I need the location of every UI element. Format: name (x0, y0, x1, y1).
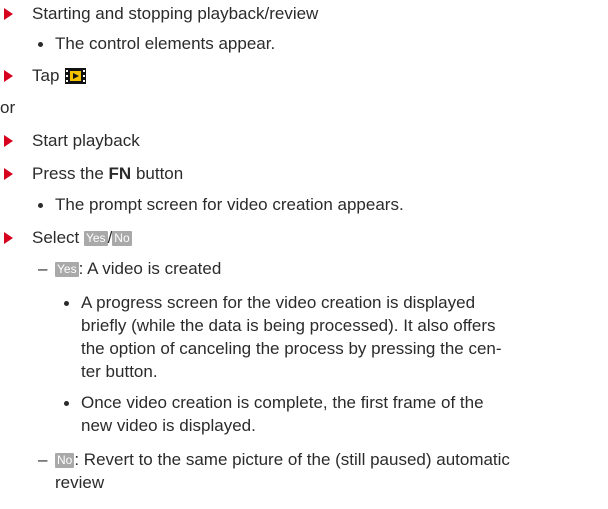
progress-text-1: A progress screen for the video creation… (81, 293, 476, 312)
result-text: The control elements appear. (55, 34, 276, 53)
progress-text-3: the option of canceling the process by p… (81, 339, 502, 358)
arrow-icon (4, 135, 13, 147)
arrow-icon (4, 232, 13, 244)
dash-marker: – (38, 450, 48, 469)
bullet-icon (38, 203, 43, 208)
dash-marker: – (38, 259, 48, 278)
tap-label: Tap (32, 66, 60, 85)
select-label: Select (32, 228, 80, 247)
result-text: The prompt screen for video creation app… (55, 195, 404, 214)
no-desc-text-2: review (55, 473, 105, 492)
fn-button-label: FN (108, 164, 132, 183)
yes-option-chip: Yes (83, 231, 108, 246)
step-text: Start playback (32, 131, 140, 150)
yes-desc-text: : A video is created (78, 259, 222, 278)
arrow-icon (4, 8, 13, 20)
yes-chip: Yes (55, 262, 79, 277)
video-play-button-icon (65, 68, 87, 84)
bullet-icon (64, 401, 69, 406)
bullet-icon (64, 301, 69, 306)
progress-text-4: ter button. (81, 362, 158, 381)
no-desc-text-1: : Revert to the same picture of the (sti… (74, 450, 510, 469)
complete-text-2: new video is displayed. (81, 416, 256, 435)
progress-text-2: briefly (while the data is being process… (81, 316, 496, 335)
no-chip: No (55, 453, 75, 468)
bullet-icon (38, 42, 43, 47)
or-text: or (0, 98, 16, 117)
press-prefix: Press the (32, 164, 104, 183)
complete-text-1: Once video creation is complete, the fir… (81, 393, 484, 412)
arrow-icon (4, 70, 13, 82)
step-text: Starting and stopping playback/review (32, 4, 319, 23)
press-suffix: button (135, 164, 184, 183)
no-option-chip: No (112, 231, 132, 246)
arrow-icon (4, 168, 13, 180)
